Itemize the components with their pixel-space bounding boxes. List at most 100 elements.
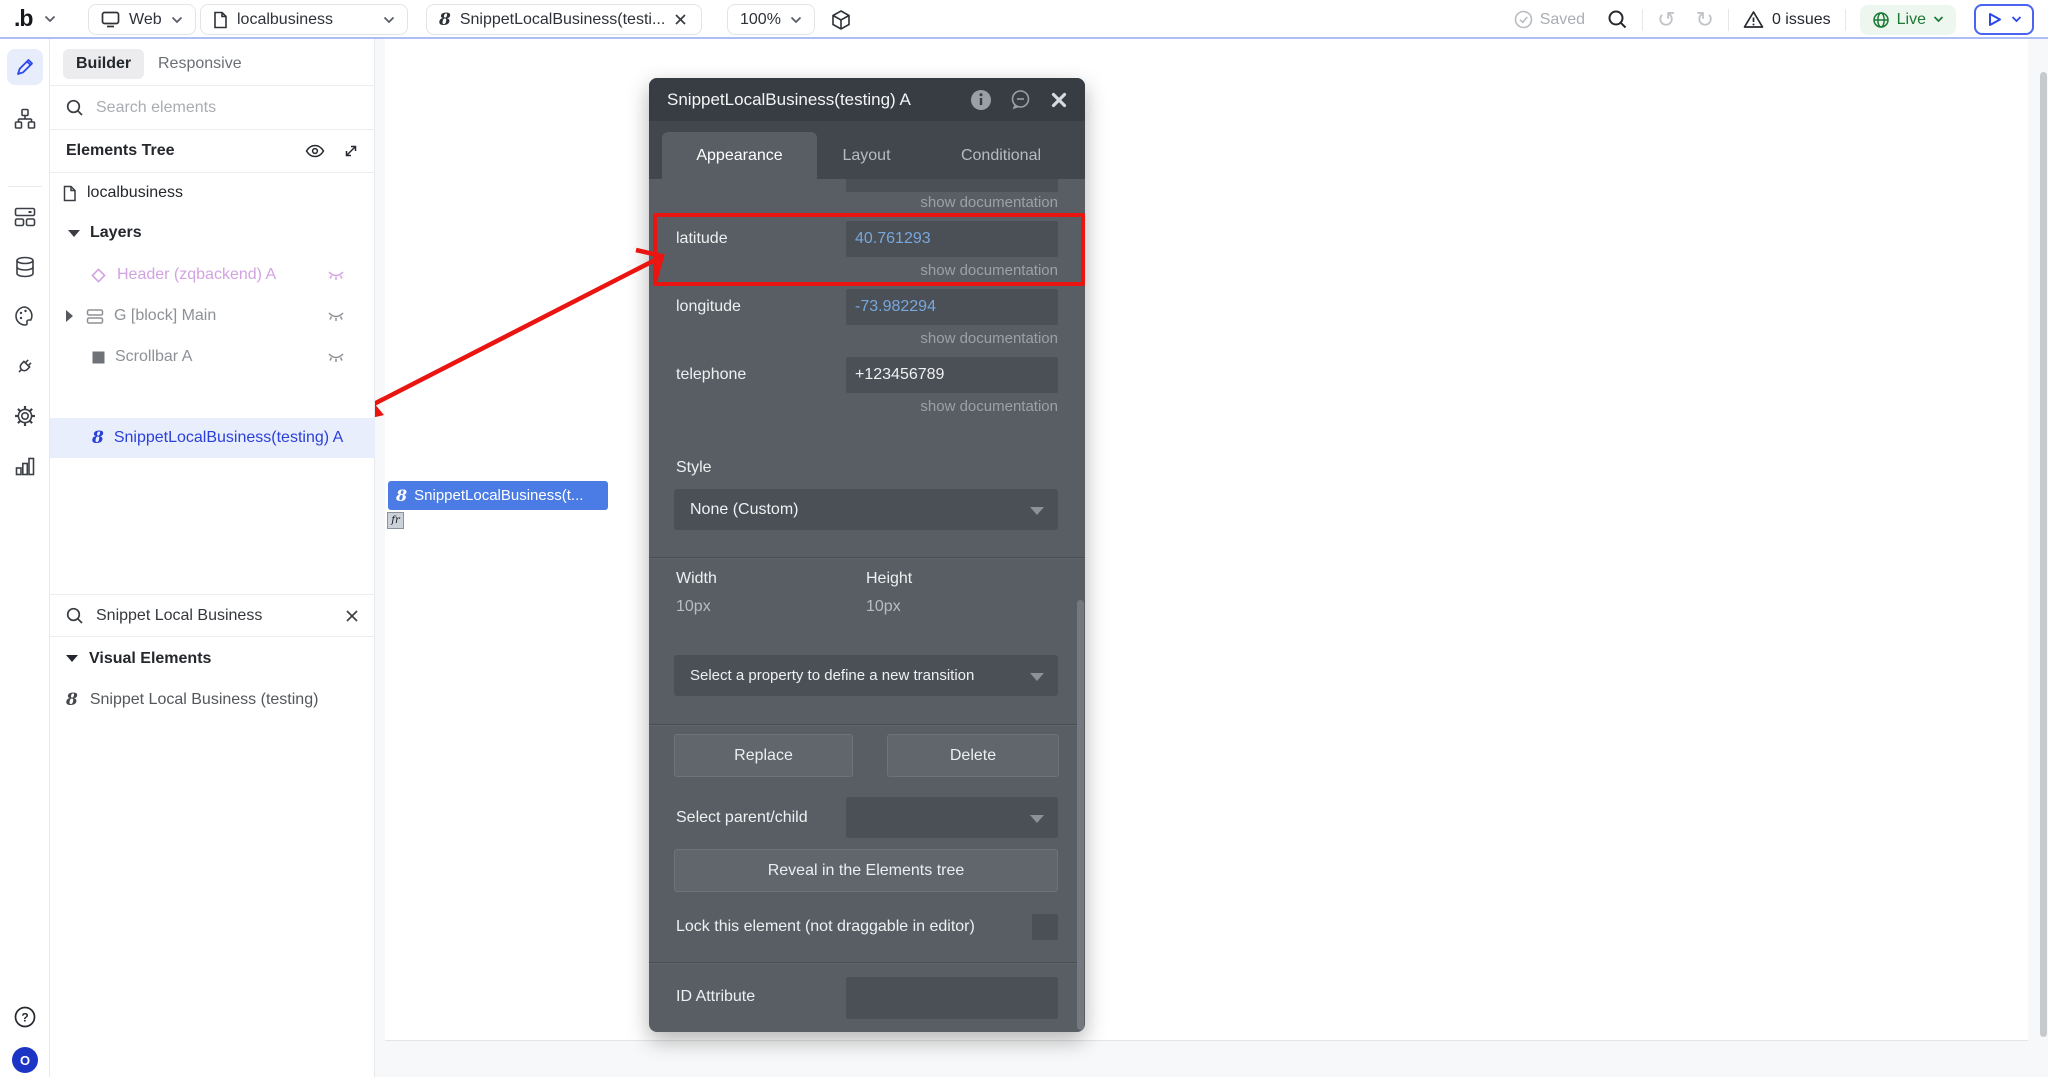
elements-search bbox=[50, 86, 375, 130]
eye-off-icon[interactable] bbox=[327, 310, 345, 323]
selected-element-tag[interactable]: 8 SnippetLocalBusiness(t... bbox=[388, 481, 608, 510]
block-icon bbox=[86, 308, 104, 324]
chevron-down-icon bbox=[2011, 16, 2022, 23]
delete-button[interactable]: Delete bbox=[887, 734, 1059, 777]
snippet-element-placeholder[interactable]: fr bbox=[387, 512, 404, 529]
expand-tree-icon[interactable] bbox=[343, 143, 359, 159]
tab-appearance[interactable]: Appearance bbox=[662, 132, 817, 179]
snippet-icon: 8 bbox=[396, 486, 408, 505]
eye-icon[interactable] bbox=[305, 144, 325, 158]
element-library-search-input[interactable] bbox=[96, 606, 333, 625]
replace-button[interactable]: Replace bbox=[674, 734, 853, 777]
search-icon[interactable] bbox=[1607, 9, 1628, 30]
styles-tab-icon[interactable] bbox=[7, 298, 43, 334]
style-label: Style bbox=[676, 459, 712, 476]
tab-conditional[interactable]: Conditional bbox=[937, 132, 1065, 179]
tree-item-scrollbar[interactable]: Scrollbar A bbox=[92, 337, 375, 377]
comment-icon[interactable] bbox=[1010, 89, 1031, 110]
show-documentation-link[interactable]: show documentation bbox=[920, 330, 1058, 347]
tree-item-snippet-selected[interactable]: 8 SnippetLocalBusiness(testing) A bbox=[50, 418, 375, 458]
elements-tree-header: Elements Tree bbox=[50, 130, 375, 173]
page-name: localbusiness bbox=[237, 10, 334, 28]
warning-triangle-icon bbox=[1743, 11, 1764, 28]
open-tab-label: SnippetLocalBusiness(testi... bbox=[459, 10, 666, 28]
annotation-highlight-box bbox=[653, 213, 1085, 286]
clear-search-icon[interactable] bbox=[345, 609, 359, 623]
visual-elements-header[interactable]: Visual Elements bbox=[66, 637, 375, 680]
field-label-longitude: longitude bbox=[676, 298, 741, 315]
style-dropdown[interactable]: None (Custom) bbox=[674, 489, 1058, 530]
preview-button[interactable] bbox=[1974, 4, 2034, 35]
cropped-field-input[interactable] bbox=[846, 179, 1058, 192]
page-icon bbox=[63, 185, 76, 201]
live-environment-dropdown[interactable]: Live bbox=[1859, 4, 1956, 35]
id-attribute-label: ID Attribute bbox=[676, 988, 756, 1005]
undo-icon[interactable]: ↺ bbox=[1657, 7, 1675, 33]
help-icon[interactable]: ? bbox=[7, 999, 43, 1035]
data-tab-icon[interactable] bbox=[7, 249, 43, 285]
reveal-in-tree-button[interactable]: Reveal in the Elements tree bbox=[674, 849, 1058, 892]
square-icon bbox=[92, 351, 105, 363]
parent-child-dropdown[interactable] bbox=[846, 797, 1058, 838]
inspector-header[interactable]: SnippetLocalBusiness(testing) A bbox=[649, 78, 1085, 121]
close-icon[interactable] bbox=[1051, 92, 1067, 108]
tree-item-header-zqbackend[interactable]: Header (zqbackend) A bbox=[90, 255, 375, 295]
caret-right-icon[interactable] bbox=[66, 310, 73, 322]
components-tab-icon[interactable] bbox=[7, 199, 43, 235]
search-elements-input[interactable] bbox=[96, 98, 359, 117]
component-cube-icon[interactable] bbox=[830, 9, 852, 31]
canvas-scrollbar[interactable] bbox=[2040, 72, 2047, 1037]
id-attribute-input[interactable] bbox=[846, 977, 1058, 1019]
show-documentation-link[interactable]: show documentation bbox=[920, 194, 1058, 211]
snippet-icon: 8 bbox=[92, 428, 104, 448]
close-tab-icon[interactable] bbox=[674, 13, 687, 26]
platform-label: Web bbox=[129, 10, 162, 28]
check-circle-icon bbox=[1514, 10, 1532, 29]
page-icon bbox=[213, 11, 228, 29]
visual-element-snippet[interactable]: 8 Snippet Local Business (testing) bbox=[66, 680, 318, 720]
telephone-input[interactable]: +123456789 bbox=[846, 357, 1058, 393]
caret-down-icon bbox=[68, 229, 80, 237]
svg-text:?: ? bbox=[21, 1011, 28, 1025]
zoom-dropdown[interactable]: 100% bbox=[727, 4, 815, 35]
design-canvas[interactable] bbox=[375, 39, 2048, 1077]
tree-group-layers[interactable]: Layers bbox=[68, 213, 142, 253]
tree-item-page[interactable]: localbusiness bbox=[63, 173, 183, 213]
logo-menu-chevron-icon[interactable] bbox=[44, 15, 56, 23]
chevron-down-icon bbox=[171, 16, 182, 23]
design-tab-icon[interactable] bbox=[7, 49, 43, 85]
logs-tab-icon[interactable] bbox=[7, 448, 43, 484]
tab-layout[interactable]: Layout bbox=[804, 132, 929, 179]
toolbar-separator bbox=[1727, 8, 1729, 31]
info-icon[interactable] bbox=[970, 89, 992, 111]
platform-dropdown[interactable]: Web bbox=[88, 4, 196, 35]
elements-panel: Builder Responsive Elements Tree localbu… bbox=[50, 39, 375, 1077]
toolbar-separator bbox=[1642, 8, 1644, 31]
settings-tab-icon[interactable] bbox=[7, 398, 43, 434]
transition-dropdown[interactable]: Select a property to define a new transi… bbox=[674, 655, 1058, 696]
lock-element-checkbox[interactable] bbox=[1032, 914, 1058, 940]
snippet-icon: 8 bbox=[439, 9, 451, 30]
plugins-tab-icon[interactable] bbox=[7, 348, 43, 384]
page-surface[interactable] bbox=[385, 39, 2028, 1041]
account-avatar[interactable]: O bbox=[7, 1042, 43, 1077]
redo-icon[interactable]: ↻ bbox=[1696, 7, 1714, 33]
tab-builder[interactable]: Builder bbox=[63, 49, 145, 79]
tree-item-g-block-main[interactable]: G [block] Main bbox=[66, 296, 375, 336]
inspector-scrollbar[interactable] bbox=[1077, 600, 1084, 1030]
chevron-down-icon bbox=[383, 16, 395, 23]
chevron-down-icon bbox=[1030, 673, 1044, 681]
open-element-tab[interactable]: 8 SnippetLocalBusiness(testi... bbox=[426, 4, 702, 35]
eye-off-icon[interactable] bbox=[327, 351, 345, 364]
longitude-input[interactable]: -73.982294 bbox=[846, 289, 1058, 325]
bubble-logo[interactable]: .b bbox=[14, 5, 33, 32]
workflow-tab-icon[interactable] bbox=[7, 101, 43, 137]
diamond-icon bbox=[91, 267, 106, 283]
issues-indicator[interactable]: 0 issues bbox=[1743, 10, 1831, 29]
eye-off-icon[interactable] bbox=[327, 269, 345, 282]
chevron-down-icon bbox=[1030, 507, 1044, 515]
tab-responsive[interactable]: Responsive bbox=[158, 55, 242, 73]
chevron-down-icon bbox=[1933, 16, 1944, 23]
show-documentation-link[interactable]: show documentation bbox=[920, 398, 1058, 415]
page-dropdown[interactable]: localbusiness bbox=[200, 4, 408, 35]
